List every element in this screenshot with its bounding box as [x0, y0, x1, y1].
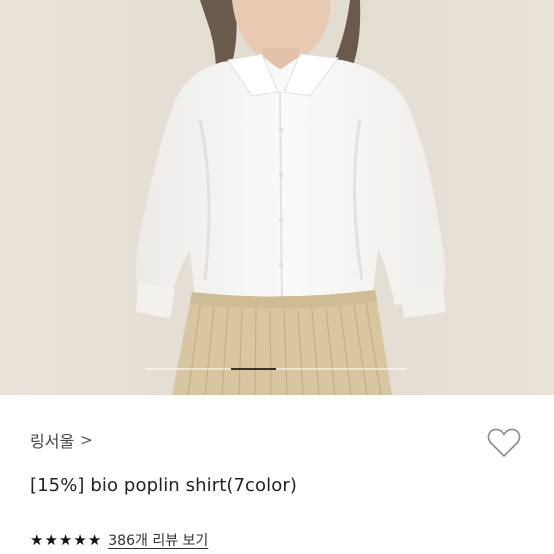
product-photo: [0, 0, 554, 395]
product-image[interactable]: [0, 0, 554, 395]
star-icon: ★: [30, 530, 44, 549]
star-icon: ★: [58, 530, 73, 549]
star-icon: ★: [87, 530, 102, 549]
star-icon: ★: [73, 530, 87, 549]
review-link-label: 리뷰 보기: [152, 533, 209, 549]
rating-row[interactable]: ★ ★ ★ ★ ★ 386개 리뷰 보기: [30, 529, 208, 551]
wishlist-heart-icon[interactable]: [484, 424, 524, 462]
store-link[interactable]: 링서울 >: [30, 428, 93, 452]
star-icon: ★: [44, 530, 58, 549]
store-name: 링서울: [30, 432, 75, 451]
carousel-progress-indicator[interactable]: [231, 368, 276, 370]
heart-outline-icon: [487, 428, 521, 457]
review-link[interactable]: 386개 리뷰 보기: [108, 530, 208, 550]
review-count: 386개: [108, 533, 148, 549]
carousel-progress-track[interactable]: [145, 368, 407, 370]
chevron-right-icon: >: [80, 431, 93, 449]
rating-stars: ★ ★ ★ ★ ★: [30, 530, 102, 549]
product-title: [15%] bio poplin shirt(7color): [30, 475, 297, 496]
